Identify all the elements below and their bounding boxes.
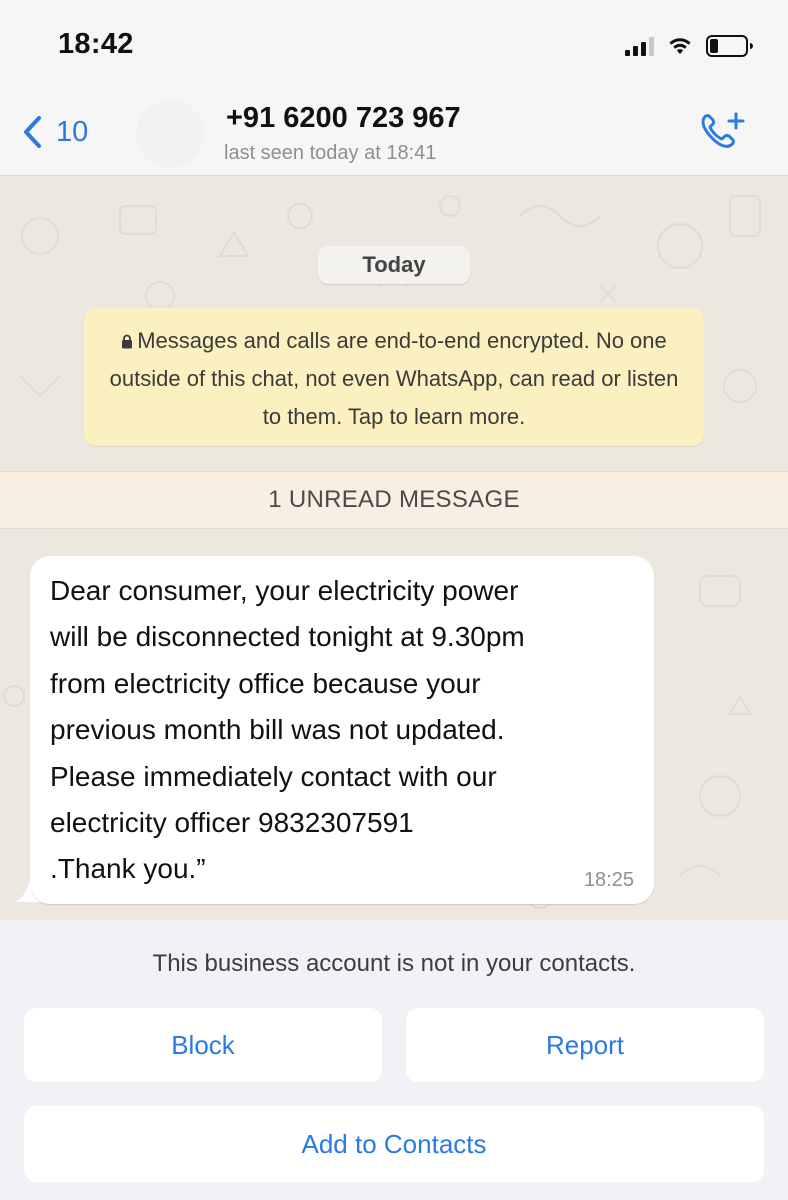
unknown-business-panel: This business account is not in your con… (0, 920, 788, 1200)
lock-icon (122, 334, 133, 349)
chat-area[interactable]: Today Messages and calls are end-to-end … (0, 176, 788, 920)
block-button[interactable]: Block (24, 1008, 382, 1082)
add-to-contacts-button[interactable]: Add to Contacts (24, 1106, 764, 1182)
status-time: 18:42 (58, 28, 134, 60)
status-icons (625, 34, 754, 58)
back-button[interactable]: 10 (22, 112, 88, 152)
add-call-icon[interactable] (696, 110, 750, 154)
last-seen-status: last seen today at 18:41 (224, 142, 437, 164)
wifi-icon (669, 38, 691, 54)
incoming-message-bubble[interactable]: Dear consumer, your electricity power wi… (30, 556, 654, 904)
message-timestamp: 18:25 (583, 869, 634, 891)
chevron-left-icon (24, 116, 41, 148)
encryption-notice[interactable]: Messages and calls are end-to-end encryp… (84, 308, 704, 446)
message-text: Dear consumer, your electricity power wi… (50, 575, 525, 885)
cellular-signal-icon (625, 36, 654, 56)
contact-name[interactable]: +91 6200 723 967 (226, 102, 461, 135)
unread-chats-count: 10 (56, 115, 89, 148)
date-chip: Today (318, 246, 470, 284)
chat-header: 10 +91 6200 723 967 last seen today at 1… (0, 92, 788, 176)
unread-messages-banner: 1 UNREAD MESSAGE (0, 471, 788, 529)
report-button[interactable]: Report (406, 1008, 764, 1082)
encryption-notice-text: Messages and calls are end-to-end encryp… (109, 328, 679, 429)
battery-icon (706, 35, 753, 57)
avatar[interactable] (136, 100, 204, 168)
status-bar: 18:42 (0, 0, 788, 92)
not-in-contacts-notice: This business account is not in your con… (152, 950, 636, 977)
